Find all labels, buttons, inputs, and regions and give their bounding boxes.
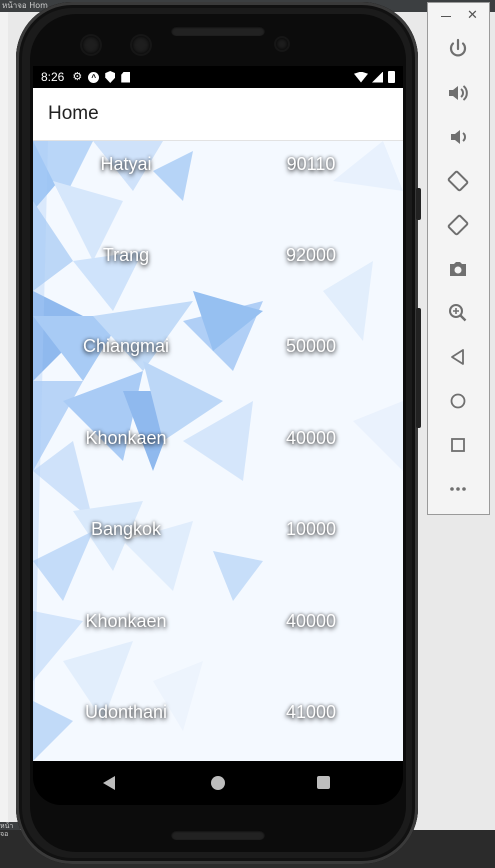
host-bottom-tab[interactable]: หน้าจอ <box>0 822 20 838</box>
emulator-toolbar: ✕ <box>427 2 490 515</box>
zip-code: 40000 <box>285 610 337 631</box>
power-icon[interactable] <box>446 37 470 61</box>
city-name: Chiangmai <box>82 335 170 356</box>
battery-icon <box>388 71 395 83</box>
app-notification-icon: ^ <box>88 71 100 83</box>
camera-icon[interactable] <box>446 257 470 281</box>
nav-back-icon[interactable] <box>103 776 115 790</box>
proximity-sensor <box>276 38 288 50</box>
city-name: Trang <box>102 244 150 265</box>
rotate-right-icon[interactable] <box>446 213 470 237</box>
zip-code: 92000 <box>285 244 337 265</box>
zip-code: 10000 <box>285 518 337 539</box>
status-bar: 8:26 ⚙ ^ <box>33 66 403 88</box>
zip-code: 40000 <box>285 427 337 448</box>
status-right-icons <box>354 71 395 83</box>
list-content[interactable]: Hatyai 90110 Trang 92000 Chiangmai 50000… <box>33 141 403 761</box>
overview-icon[interactable] <box>446 433 470 457</box>
close-icon[interactable]: ✕ <box>467 8 478 23</box>
page-title: Home <box>48 103 99 124</box>
back-icon[interactable] <box>446 345 470 369</box>
list-item[interactable]: Hatyai 90110 <box>33 149 403 179</box>
navigation-bar <box>33 761 403 805</box>
zip-code: 90110 <box>286 153 336 174</box>
earpiece-speaker <box>171 26 265 36</box>
volume-side-button[interactable] <box>416 308 421 428</box>
zip-code: 41000 <box>285 701 337 722</box>
bottom-speaker <box>171 830 265 840</box>
zip-code: 50000 <box>285 335 337 356</box>
device-screen: 8:26 ⚙ ^ Home Hatyai 90110 Trang 92000 C… <box>33 66 403 761</box>
app-bar: Home <box>33 88 403 141</box>
host-editor-edge <box>0 12 8 822</box>
wifi-icon <box>354 71 368 83</box>
cell-signal-icon <box>372 71 383 83</box>
front-sensor <box>132 36 150 54</box>
nav-recents-icon[interactable] <box>317 776 330 789</box>
list-item[interactable]: Khonkaen 40000 <box>33 606 403 636</box>
list-item[interactable]: Bangkok 10000 <box>33 514 403 544</box>
rotate-left-icon[interactable] <box>446 169 470 193</box>
power-side-button[interactable] <box>416 188 421 220</box>
list-item[interactable]: Khonkaen 40000 <box>33 423 403 453</box>
city-name: Khonkaen <box>85 610 167 631</box>
volume-up-icon[interactable] <box>446 81 470 105</box>
list-item[interactable]: Chiangmai 50000 <box>33 331 403 361</box>
list-item[interactable]: Udonthani 41000 <box>33 697 403 727</box>
zoom-icon[interactable] <box>446 301 470 325</box>
city-name: Bangkok <box>90 518 162 539</box>
settings-gear-icon: ⚙ <box>72 71 83 83</box>
city-name: Udonthani <box>84 701 168 722</box>
home-icon[interactable] <box>446 389 470 413</box>
status-time: 8:26 <box>41 70 65 84</box>
sd-card-icon <box>121 71 131 83</box>
shield-icon <box>105 71 116 83</box>
city-name: Khonkaen <box>85 427 167 448</box>
list-item[interactable]: Trang 92000 <box>33 240 403 270</box>
city-name: Hatyai <box>100 153 152 174</box>
more-icon[interactable] <box>446 477 470 501</box>
nav-home-icon[interactable] <box>211 776 225 790</box>
front-camera <box>82 36 100 54</box>
volume-down-icon[interactable] <box>446 125 470 149</box>
emulator-title-bar: ✕ <box>428 3 489 29</box>
minimize-icon[interactable] <box>441 16 451 17</box>
